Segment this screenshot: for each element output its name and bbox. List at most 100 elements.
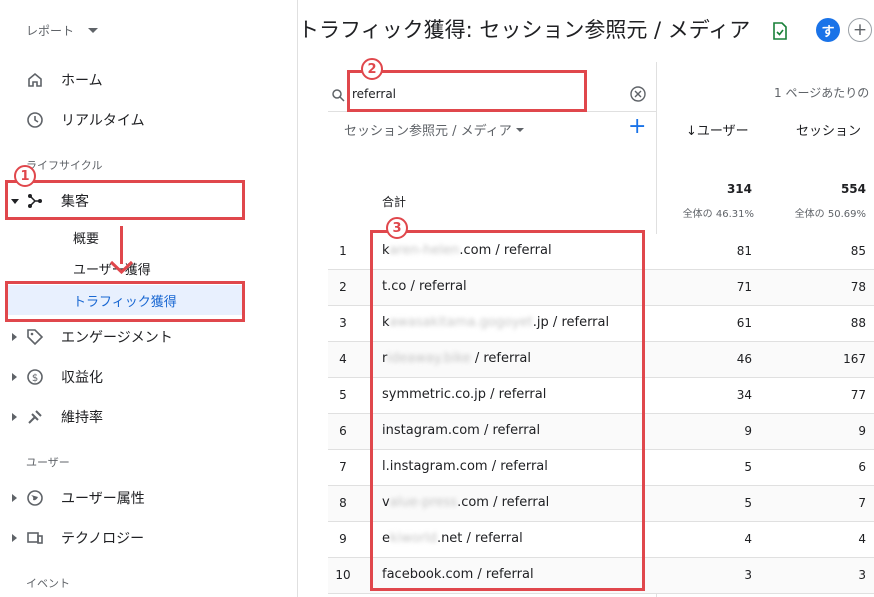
row-number: 8 [339,496,347,510]
row-users: 71 [736,280,752,294]
nav-user-attributes-label: ユーザー属性 [61,491,145,507]
add-dimension-button[interactable]: + [628,116,646,138]
row-users: 81 [736,244,752,258]
row-dimension[interactable]: symmetric.co.jp / referral [382,387,546,402]
table-row[interactable]: 10 facebook.com / referral 3 3 [328,558,874,594]
sub-traffic-acquisition[interactable]: トラフィック獲得 [8,285,244,315]
row-number: 10 [335,568,351,582]
avatar[interactable]: す [816,18,840,42]
retention-icon [26,408,44,426]
nav-monetization-label: 収益化 [61,370,103,386]
nav-realtime[interactable]: リアルタイム [0,100,298,140]
dollar-icon: $ [26,368,44,386]
table-body: 1 karen-helen.com / referral 81 85 2 t.co / r… [328,234,874,594]
dimension-selector[interactable]: セッション参照元 / メディア [344,120,524,139]
total-users-pct: 全体の 46.31% [682,209,754,220]
nav-monetization[interactable]: $ 収益化 [0,357,298,397]
sub-overview[interactable]: 概要 [0,222,298,252]
row-dimension[interactable]: l.instagram.com / referral [382,459,548,474]
total-sessions-pct: 全体の 50.69% [794,209,866,220]
dimension-prefix: l.instagram.com / referral [382,459,548,474]
column-header-users[interactable]: ↓ユーザー [686,120,749,139]
annotation-arrow [120,226,123,264]
table-row[interactable]: 7 l.instagram.com / referral 5 6 [328,450,874,486]
row-users: 61 [736,316,752,330]
clear-icon[interactable] [630,86,646,106]
dimension-blurred: kiworld [390,531,437,546]
row-dimension[interactable]: kawasakitama.gogoyet.jp / referral [382,315,609,330]
table-row[interactable]: 6 instagram.com / referral 9 9 [328,414,874,450]
dimension-prefix: v [382,495,390,510]
annotation-arrow-head [109,260,134,274]
dimension-prefix: instagram.com / referral [382,423,541,438]
sub-user-acquisition[interactable]: ユーザー獲得 [0,253,298,283]
dimension-prefix: t.co / referral [382,279,467,294]
clock-icon [26,111,44,129]
table-row[interactable]: 3 kawasakitama.gogoyet.jp / referral 61 88 [328,306,874,342]
row-number: 6 [339,424,347,438]
nav-retention[interactable]: 維持率 [0,397,298,437]
row-dimension[interactable]: instagram.com / referral [382,423,540,438]
dimension-blurred: aren-helen [389,243,460,258]
row-sessions: 78 [850,280,866,294]
acquisition-icon [26,192,44,210]
annotation-badge-2: 2 [361,58,383,80]
row-dimension[interactable]: value-press.com / referral [382,495,549,510]
table-row[interactable]: 1 karen-helen.com / referral 81 85 [328,234,874,270]
chevron-down-icon [88,28,99,33]
nav-acquisition[interactable]: 集客 [0,181,298,221]
row-users: 34 [736,388,752,402]
row-dimension[interactable]: facebook.com / referral [382,567,534,582]
nav-technology[interactable]: テクノロジー [0,518,298,558]
row-dimension[interactable]: rideaway.bike / referral [382,351,531,366]
row-dimension[interactable]: t.co / referral [382,279,467,294]
row-users: 5 [744,460,752,474]
row-dimension[interactable]: ekiworld.net / referral [382,531,523,546]
nav-retention-label: 維持率 [61,410,103,426]
nav-engagement[interactable]: エンゲージメント [0,317,298,357]
table-row[interactable]: 8 value-press.com / referral 5 7 [328,486,874,522]
dimension-suffix: .jp / referral [532,315,610,330]
report-selector[interactable]: レポート [26,22,99,39]
caret-right-icon [12,494,17,502]
table-row[interactable]: 5 symmetric.co.jp / referral 34 77 [328,378,874,414]
svg-text:$: $ [32,373,38,384]
row-sessions: 77 [850,388,866,402]
row-number: 3 [339,316,347,330]
dimension-prefix: e [382,531,390,546]
nav-user-attributes[interactable]: ユーザー属性 [0,478,298,518]
globe-icon [26,489,44,507]
nav-home-label: ホーム [61,73,103,89]
sub-traffic-acquisition-label: トラフィック獲得 [73,294,177,310]
nav-engagement-label: エンゲージメント [61,330,173,346]
check-icon[interactable] [772,22,788,40]
chevron-down-icon [515,127,524,132]
row-sessions: 9 [858,424,866,438]
sub-overview-label: 概要 [73,231,100,247]
devices-icon [26,529,44,547]
total-sessions: 554 [840,182,866,196]
row-sessions: 7 [858,496,866,510]
caret-down-icon [11,198,19,204]
row-sessions: 4 [858,532,866,546]
data-table: 1 ページあたりの セッション参照元 / メディア + ↓ユーザー セッション … [298,62,874,597]
add-comparison-button[interactable]: + [848,18,872,42]
caret-right-icon [12,373,17,381]
table-row[interactable]: 2 t.co / referral 71 78 [328,270,874,306]
column-header-sessions[interactable]: セッション [796,120,861,139]
rows-per-page-label: 1 ページあたりの [774,86,870,100]
row-dimension[interactable]: karen-helen.com / referral [382,243,552,258]
caret-right-icon [12,534,17,542]
row-number: 1 [339,244,347,258]
search-input[interactable] [352,82,612,106]
dimension-suffix: .com / referral [457,495,550,510]
search-icon [332,87,345,106]
table-row[interactable]: 9 ekiworld.net / referral 4 4 [328,522,874,558]
dimension-suffix: .com / referral [459,243,552,258]
total-users: 314 [726,182,752,196]
nav-realtime-label: リアルタイム [61,113,145,129]
row-sessions: 167 [843,352,866,366]
nav-home[interactable]: ホーム [0,60,298,100]
annotation-badge-1: 1 [14,165,36,187]
table-row[interactable]: 4 rideaway.bike / referral 46 167 [328,342,874,378]
